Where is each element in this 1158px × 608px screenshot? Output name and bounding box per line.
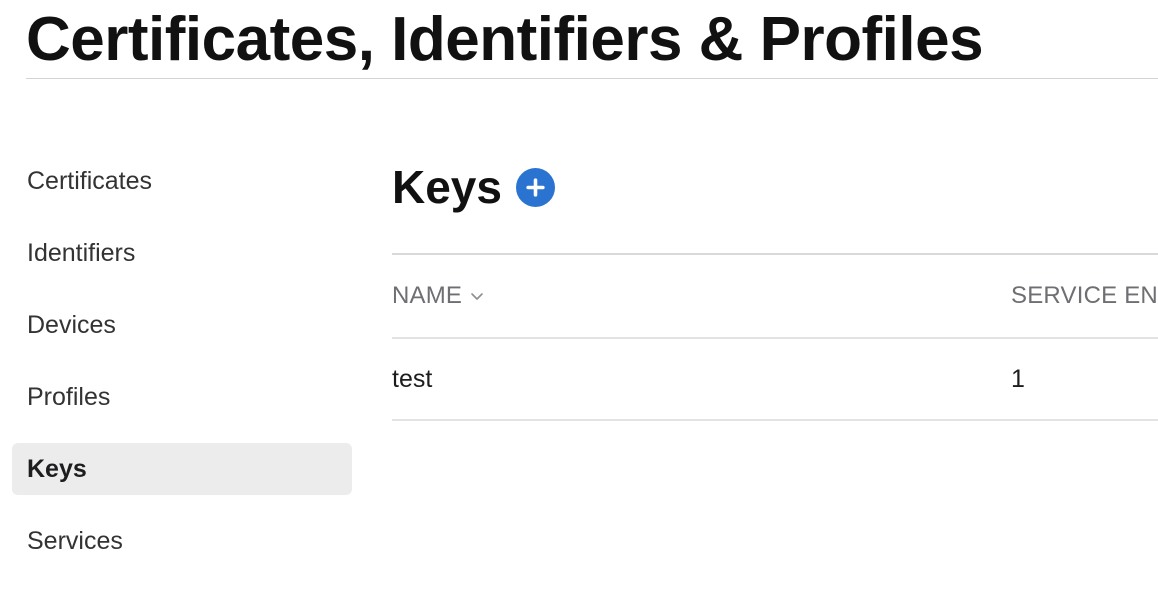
- sidebar-item-profiles[interactable]: Profiles: [12, 371, 352, 423]
- main-content: Keys NAME SERVICE EN. test 1: [392, 150, 1158, 421]
- column-header-services[interactable]: SERVICE EN.: [1011, 255, 1158, 337]
- sidebar-item-label: Devices: [27, 310, 116, 339]
- section-title: Keys: [392, 161, 502, 213]
- sidebar-item-devices[interactable]: Devices: [12, 299, 352, 351]
- sidebar-item-label: Profiles: [27, 382, 111, 411]
- section-header: Keys: [392, 150, 1158, 224]
- table-header-row: NAME SERVICE EN.: [392, 255, 1158, 339]
- page-title: Certificates, Identifiers & Profiles: [26, 5, 984, 74]
- sidebar-item-keys[interactable]: Keys: [12, 443, 352, 495]
- column-header-name[interactable]: NAME: [392, 255, 484, 337]
- page: Certificates, Identifiers & Profiles Cer…: [0, 0, 1158, 608]
- sidebar-item-identifiers[interactable]: Identifiers: [12, 227, 352, 279]
- sidebar-item-label: Keys: [27, 454, 87, 483]
- title-divider: [26, 78, 1158, 79]
- sidebar-nav: Certificates Identifiers Devices Profile…: [12, 155, 352, 587]
- keys-table: NAME SERVICE EN. test 1: [392, 253, 1158, 421]
- services-count: 1: [1011, 364, 1025, 393]
- sidebar-item-label: Services: [27, 526, 123, 555]
- column-header-label: SERVICE EN.: [1011, 282, 1158, 309]
- sidebar-item-label: Identifiers: [27, 238, 136, 267]
- sidebar-item-services[interactable]: Services: [12, 515, 352, 567]
- cell-name: test: [392, 339, 432, 419]
- sidebar-item-certificates[interactable]: Certificates: [12, 155, 352, 207]
- column-header-label: NAME: [392, 282, 463, 309]
- table-row[interactable]: test 1: [392, 339, 1158, 421]
- plus-circle-icon: [526, 177, 545, 197]
- cell-services: 1: [1011, 339, 1025, 419]
- key-name[interactable]: test: [392, 365, 432, 394]
- chevron-down-icon[interactable]: [470, 291, 484, 301]
- sidebar-item-label: Certificates: [27, 166, 153, 195]
- add-key-button[interactable]: [515, 167, 555, 207]
